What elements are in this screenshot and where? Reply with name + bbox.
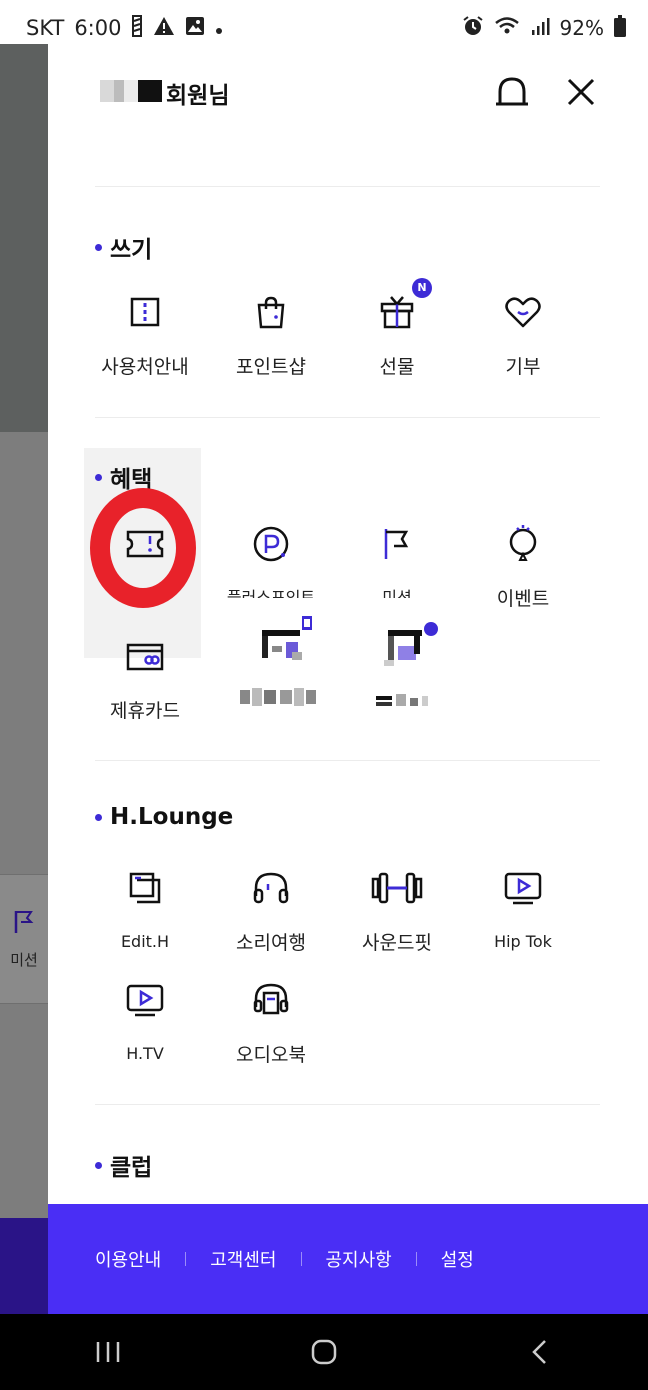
alarm-icon: [462, 15, 484, 42]
edit-icon: [82, 866, 208, 910]
signal-icon: [530, 16, 550, 41]
menu-item-gift[interactable]: N 선물: [334, 278, 460, 400]
menu-item-sound-travel[interactable]: 소리여행: [208, 866, 334, 976]
footer-separator: [415, 1252, 417, 1266]
section-title-club: 클럽: [95, 1148, 152, 1182]
member-name-suffix: 회원님: [166, 83, 230, 109]
menu-item-usage-guide[interactable]: 사용처안내: [82, 290, 208, 400]
menu-item-sound-fit[interactable]: 사운드핏: [334, 866, 460, 976]
footer-link-customer-center[interactable]: 고객센터: [210, 1246, 276, 1272]
menu-item-mission[interactable]: 미션: [334, 522, 460, 632]
menu-item-label: 기부: [505, 356, 541, 378]
drawer-footer: 이용안내 고객센터 공지사항 설정: [48, 1204, 648, 1314]
redacted-label: [240, 686, 318, 708]
menu-item-label: 미션: [382, 588, 412, 598]
flag-icon: [14, 911, 34, 933]
battery-percent: 92%: [559, 16, 604, 40]
section-title-lounge: H.Lounge: [95, 804, 233, 830]
bullet-dot: [95, 1161, 102, 1169]
clock-label: 6:00: [74, 16, 122, 40]
bullet-dot: [95, 813, 102, 821]
menu-item-point-shop[interactable]: 포인트샵: [208, 290, 334, 400]
close-icon[interactable]: [566, 77, 596, 111]
background-app-overlay[interactable]: 미션: [0, 44, 48, 1314]
new-badge: N: [412, 278, 432, 298]
bullet-dot: [95, 243, 102, 251]
redacted-icon[interactable]: [384, 620, 440, 668]
menu-item-label: 오디오북: [236, 1044, 306, 1066]
audiobook-icon: [208, 978, 334, 1022]
headphones-icon: [208, 866, 334, 910]
battery-icon: [614, 14, 626, 42]
heart-icon: [460, 290, 586, 334]
divider: [95, 760, 600, 761]
annotation-circle: [90, 488, 196, 608]
notification-bell-icon[interactable]: [494, 74, 530, 114]
divider: [95, 186, 600, 187]
menu-item-h-tv[interactable]: H.TV: [82, 978, 208, 1088]
menu-item-label: 사용처안내: [101, 356, 189, 378]
footer-link-guide[interactable]: 이용안내: [95, 1246, 161, 1272]
point-icon: [208, 522, 334, 566]
map-icon: [82, 290, 208, 334]
background-mission-label: 미션: [10, 951, 38, 969]
menu-item-label: Hip Tok: [494, 932, 552, 951]
menu-item-label: 선물: [379, 356, 415, 378]
balloon-icon: [460, 522, 586, 566]
section-title-text: 클럽: [110, 1155, 153, 1181]
warning-icon: [153, 16, 175, 41]
side-drawer: 회원님 쓰기 사용처안내 포인트샵 N 선물 기부 혜택 플러스포인트 미션 이…: [48, 44, 648, 1314]
menu-item-label: 사운드핏: [362, 932, 432, 954]
menu-item-donation[interactable]: 기부: [460, 290, 586, 400]
home-icon[interactable]: [264, 1322, 384, 1382]
footer-link-notice[interactable]: 공지사항: [326, 1246, 392, 1272]
divider: [95, 417, 600, 418]
play-icon: [460, 866, 586, 910]
section-title-text: 쓰기: [110, 237, 153, 263]
footer-link-settings[interactable]: 설정: [441, 1246, 474, 1272]
wifi-icon: [494, 16, 520, 41]
menu-item-edit-h[interactable]: Edit.H: [82, 866, 208, 976]
section-title-text: H.Lounge: [110, 804, 234, 830]
back-icon[interactable]: [480, 1322, 600, 1382]
sim-icon: [131, 14, 143, 42]
menu-item-label: 플러스포인트: [226, 588, 316, 598]
menu-item-label: 제휴카드: [110, 700, 180, 722]
divider: [95, 1104, 600, 1105]
bullet-dot: [95, 473, 102, 481]
menu-item-label: 소리여행: [236, 932, 306, 954]
drawer-header: 회원님: [48, 44, 648, 140]
shopping-bag-icon: [208, 290, 334, 334]
card-icon: [82, 634, 208, 678]
background-mission-item: 미션: [0, 874, 48, 1004]
menu-item-label: H.TV: [126, 1044, 164, 1063]
background-footer: [0, 1218, 48, 1314]
redacted-icon[interactable]: [258, 616, 314, 668]
system-navigation-bar: [0, 1314, 648, 1390]
menu-item-partner-card[interactable]: 제휴카드: [82, 634, 208, 744]
redacted-label: [376, 692, 432, 710]
menu-item-hip-tok[interactable]: Hip Tok: [460, 866, 586, 976]
gallery-icon: [185, 16, 205, 41]
menu-item-label: 이벤트: [496, 588, 550, 610]
gift-icon: [334, 290, 460, 334]
tv-icon: [82, 978, 208, 1022]
menu-item-label: 포인트샵: [236, 356, 306, 378]
flag-icon: [334, 522, 460, 566]
recent-apps-icon[interactable]: [48, 1322, 168, 1382]
background-header: [0, 44, 48, 432]
menu-item-audiobook[interactable]: 오디오북: [208, 978, 334, 1088]
menu-item-event[interactable]: 이벤트: [460, 522, 586, 632]
section-title-write: 쓰기: [95, 230, 152, 264]
footer-separator: [300, 1252, 302, 1266]
menu-item-label: Edit.H: [120, 932, 170, 951]
footer-separator: [185, 1252, 187, 1266]
dumbbell-icon: [334, 866, 460, 910]
user-name-redacted: [100, 80, 162, 102]
carrier-label: SKT: [26, 16, 65, 40]
dot-icon: [215, 16, 223, 40]
